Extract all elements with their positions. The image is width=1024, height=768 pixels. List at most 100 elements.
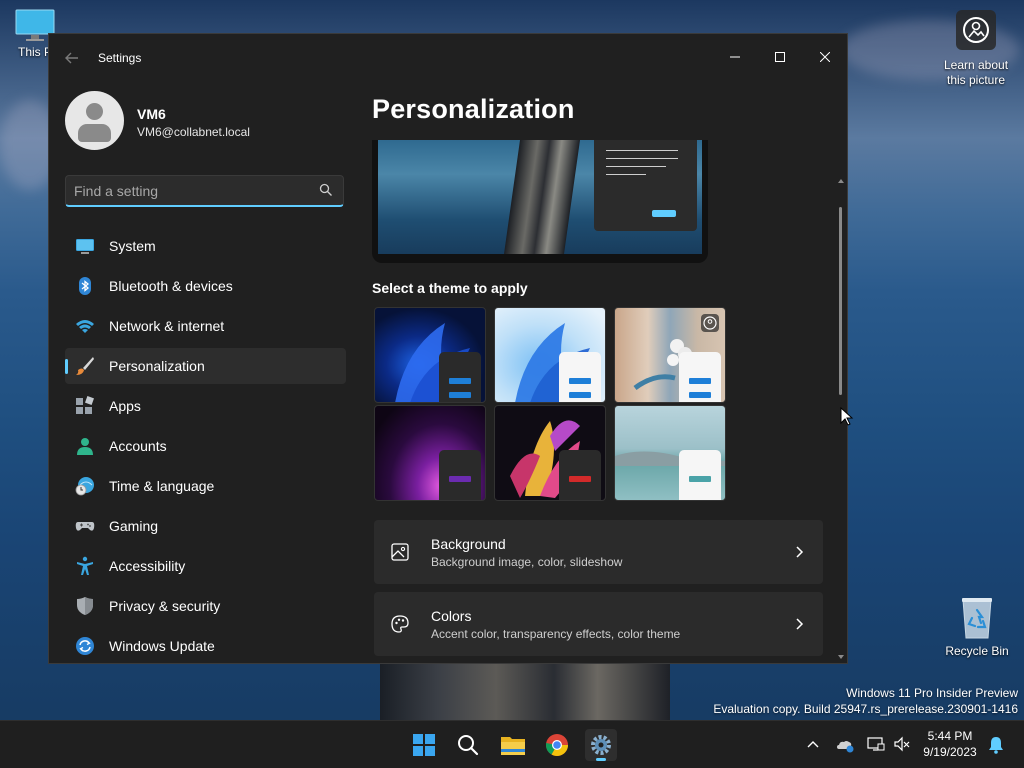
sidebar-item-personalization[interactable]: Personalization (65, 348, 346, 384)
maximize-button[interactable] (757, 42, 803, 72)
start-icon (413, 734, 435, 756)
theme-tile-windows-spotlight[interactable] (614, 307, 726, 403)
scrollbar-thumb[interactable] (839, 207, 842, 395)
apps-icon (76, 396, 94, 414)
image-icon (391, 543, 409, 561)
volume-muted-icon[interactable] (893, 736, 911, 752)
search-box[interactable] (65, 175, 344, 207)
page-title: Personalization (372, 94, 575, 124)
scroll-up-icon[interactable] (837, 177, 845, 185)
preview-window-mock (594, 140, 697, 231)
palette-icon (391, 615, 409, 633)
gamepad-icon (75, 522, 95, 531)
search-icon (458, 735, 479, 756)
background-setting-row[interactable]: Background Background image, color, slid… (374, 520, 823, 584)
setting-title: Colors (431, 608, 472, 624)
desktop-icon-learn-about-picture[interactable]: Learn about this picture (936, 10, 1016, 88)
sidebar-item-gaming[interactable]: Gaming (65, 508, 346, 544)
build-watermark: Windows 11 Pro Insider Preview Evaluatio… (713, 685, 1018, 717)
minimize-icon (730, 56, 740, 58)
colors-setting-row[interactable]: Colors Accent color, transparency effect… (374, 592, 823, 656)
desktop-pier-image (380, 660, 670, 722)
sidebar-item-label: System (109, 238, 156, 254)
desktop-icon-label: Recycle Bin (945, 644, 1009, 658)
theme-tile-captured-motion[interactable] (494, 405, 606, 501)
accessibility-icon (77, 556, 93, 575)
sidebar-item-label: Gaming (109, 518, 159, 534)
sidebar-item-network[interactable]: Network & internet (65, 308, 346, 344)
theme-tile-flow[interactable] (614, 405, 726, 501)
theme-tile-windows-dark[interactable] (374, 307, 486, 403)
clock-time: 5:44 PM (927, 729, 973, 743)
notifications-bell-icon[interactable] (988, 736, 1004, 754)
chevron-right-icon (796, 618, 804, 630)
scroll-down-icon[interactable] (837, 653, 845, 661)
onedrive-icon[interactable] (836, 737, 854, 753)
sidebar-item-label: Privacy & security (109, 598, 221, 614)
settings-taskbar-button[interactable] (585, 729, 617, 761)
chrome-icon (546, 734, 568, 756)
profile-email: VM6@collabnet.local (137, 125, 250, 139)
sidebar-item-time-language[interactable]: Time & language (65, 468, 346, 504)
start-button[interactable] (408, 729, 440, 761)
taskbar-clock[interactable]: 5:44 PM 9/19/2023 (920, 728, 980, 760)
title-bar[interactable]: Settings (49, 34, 847, 82)
theme-tile-windows-light[interactable] (494, 307, 606, 403)
wifi-icon (76, 320, 94, 333)
settings-window: Settings VM6 VM6@collabnet.local Find a … (48, 33, 848, 664)
search-icon[interactable] (319, 183, 333, 197)
avatar[interactable] (65, 91, 124, 150)
learn-picture-icon (956, 10, 996, 50)
brush-icon (76, 357, 94, 375)
sidebar-item-apps[interactable]: Apps (65, 388, 346, 424)
update-icon (76, 637, 94, 655)
profile-name: VM6 (137, 106, 166, 122)
accounts-icon (77, 438, 93, 455)
close-icon (819, 51, 831, 63)
network-wired-icon[interactable] (867, 736, 885, 752)
sidebar-item-label: Network & internet (109, 318, 225, 334)
sidebar-item-label: Time & language (109, 478, 215, 494)
active-app-indicator (596, 758, 606, 761)
recycle-bin-icon (962, 598, 992, 639)
taskbar (0, 720, 1024, 768)
sidebar-item-accounts[interactable]: Accounts (65, 428, 346, 464)
chevron-up-icon[interactable] (805, 737, 821, 753)
sidebar-item-label: Apps (109, 398, 141, 414)
close-button[interactable] (802, 42, 847, 72)
sidebar-item-accessibility[interactable]: Accessibility (65, 548, 346, 584)
watermark-line: Windows 11 Pro Insider Preview (846, 686, 1018, 700)
back-button[interactable] (61, 48, 83, 68)
watermark-line: Evaluation copy. Build 25947.rs_prerelea… (713, 702, 1018, 716)
window-title: Settings (98, 51, 142, 65)
file-explorer-icon (501, 737, 525, 755)
search-input[interactable] (74, 181, 314, 201)
clock-date: 9/19/2023 (923, 745, 977, 759)
bluetooth-icon (79, 277, 91, 295)
desktop-icon-recycle-bin[interactable]: Recycle Bin (940, 596, 1014, 658)
settings-icon (591, 735, 611, 755)
sidebar-item-label: Accessibility (109, 558, 186, 574)
setting-subtitle: Accent color, transparency effects, colo… (431, 627, 681, 641)
taskbar-search-button[interactable] (452, 729, 484, 761)
sidebar-item-label: Accounts (109, 438, 167, 454)
spotlight-badge-icon (701, 314, 719, 332)
setting-subtitle: Background image, color, slideshow (431, 555, 623, 569)
maximize-icon (775, 52, 785, 62)
theme-tile-glow[interactable] (374, 405, 486, 501)
chrome-button[interactable] (541, 729, 573, 761)
sidebar-item-bluetooth[interactable]: Bluetooth & devices (65, 268, 346, 304)
sidebar-item-label: Personalization (109, 358, 205, 374)
time-language-icon (75, 477, 94, 496)
back-arrow-icon (65, 52, 78, 64)
sidebar-item-system[interactable]: System (65, 228, 346, 264)
sidebar-item-privacy-security[interactable]: Privacy & security (65, 588, 346, 624)
setting-title: Background (431, 536, 506, 552)
chevron-right-icon (796, 546, 804, 558)
mouse-cursor-icon (840, 407, 854, 426)
file-explorer-button[interactable] (497, 729, 529, 761)
minimize-button[interactable] (712, 42, 758, 72)
sidebar-nav: System Bluetooth & devices Network & int… (65, 228, 346, 663)
sidebar-item-windows-update[interactable]: Windows Update (65, 628, 346, 663)
system-icon (76, 239, 94, 254)
